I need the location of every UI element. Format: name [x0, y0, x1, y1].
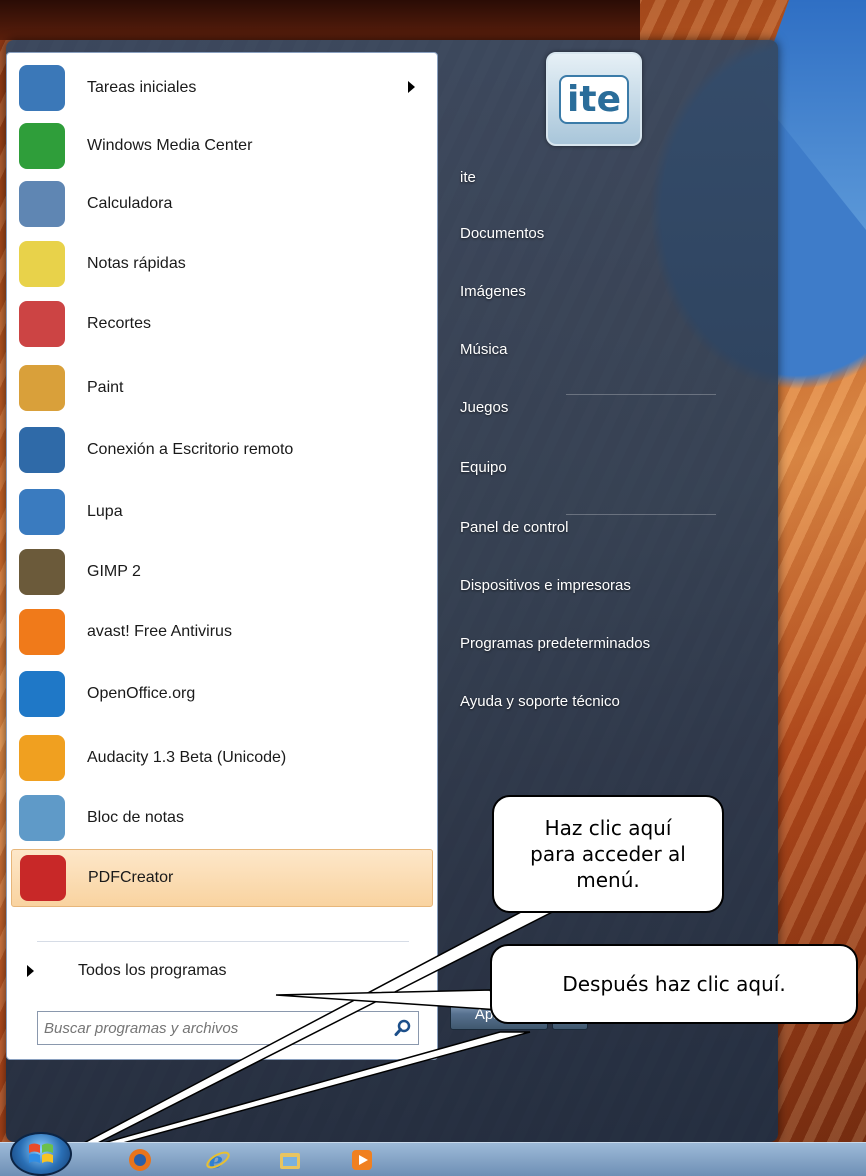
program-item[interactable]: avast! Free Antivirus [11, 603, 433, 661]
callout-all-programs: Después haz clic aquí. [490, 944, 858, 1024]
getting-started-icon [19, 65, 65, 111]
all-programs-label: Todos los programas [78, 962, 227, 979]
user-picture[interactable]: ite [546, 52, 642, 146]
program-item[interactable]: Tareas iniciales [11, 59, 433, 117]
search-input[interactable] [38, 1013, 388, 1043]
programs-divider [37, 941, 409, 942]
programs-pane: Tareas iniciales Windows Media Center Calc… [6, 52, 438, 1060]
avast-icon [19, 609, 65, 655]
gimp-icon [19, 549, 65, 595]
paint-icon [19, 365, 65, 411]
program-label: Lupa [87, 503, 123, 520]
program-item[interactable]: Conexión a Escritorio remoto [11, 421, 433, 479]
internet-explorer-icon[interactable]: e [204, 1146, 232, 1174]
callout-all-programs-text: Después haz clic aquí. [562, 972, 786, 996]
program-item[interactable]: Bloc de notas [11, 789, 433, 847]
program-item[interactable]: OpenOffice.org [11, 665, 433, 723]
right-menu-item[interactable]: Música [454, 332, 754, 366]
program-item[interactable]: Calculadora [11, 175, 433, 233]
search-box[interactable] [37, 1011, 419, 1045]
program-item[interactable]: Audacity 1.3 Beta (Unicode) [11, 729, 433, 787]
right-menu-item[interactable]: Ayuda y soporte técnico [454, 684, 754, 718]
program-label: Conexión a Escritorio remoto [87, 441, 294, 458]
openoffice-icon [19, 671, 65, 717]
program-label: Audacity 1.3 Beta (Unicode) [87, 749, 287, 766]
snipping-tool-icon [19, 301, 65, 347]
submenu-arrow-icon [408, 81, 415, 93]
right-menu-item[interactable]: ite [454, 160, 754, 194]
media-player-icon[interactable] [348, 1146, 376, 1174]
calculator-icon [19, 181, 65, 227]
program-label: Paint [87, 379, 124, 396]
program-label: Recortes [87, 315, 152, 332]
program-label: Calculadora [87, 195, 173, 212]
right-menu-item[interactable]: Programas predeterminados [454, 626, 754, 660]
program-label: Notas rápidas [87, 255, 186, 272]
start-button[interactable] [10, 1132, 72, 1176]
magnifier-icon [19, 489, 65, 535]
svg-text:e: e [209, 1148, 223, 1173]
windows-logo-icon [29, 1143, 53, 1163]
notepad-icon [19, 795, 65, 841]
right-menu-item[interactable]: Dispositivos e impresoras [454, 568, 754, 602]
user-picture-logo: ite [559, 74, 629, 124]
all-programs-button[interactable]: Todos los programas [27, 955, 417, 987]
program-label: OpenOffice.org [87, 685, 196, 702]
program-label: Tareas iniciales [87, 79, 197, 96]
program-label: PDFCreator [88, 869, 174, 886]
program-item[interactable]: Lupa [11, 483, 433, 541]
program-item[interactable]: PDFCreator [11, 849, 433, 907]
right-menu-item[interactable]: Imágenes [454, 274, 754, 308]
program-item[interactable]: Paint [11, 359, 433, 417]
program-item[interactable]: Windows Media Center [11, 117, 433, 175]
pdfcreator-icon [20, 855, 66, 901]
media-center-icon [19, 123, 65, 169]
sticky-notes-icon [19, 241, 65, 287]
expand-arrow-icon [27, 965, 34, 977]
program-item[interactable]: Notas rápidas [11, 235, 433, 293]
right-menu-item[interactable]: Equipo [454, 450, 754, 484]
right-menu-item[interactable]: Panel de control [454, 510, 754, 544]
audacity-icon [19, 735, 65, 781]
program-label: avast! Free Antivirus [87, 623, 232, 640]
wallpaper-shadow [0, 0, 640, 40]
remote-desktop-icon [19, 427, 65, 473]
program-item[interactable]: Recortes [11, 295, 433, 353]
program-label: GIMP 2 [87, 563, 141, 580]
firefox-icon[interactable] [126, 1146, 154, 1174]
search-icon[interactable] [388, 1013, 418, 1043]
program-label: Bloc de notas [87, 809, 184, 826]
right-menu-item[interactable]: Juegos [454, 390, 754, 424]
file-explorer-icon[interactable] [276, 1146, 304, 1174]
callout-menu-text: Haz clic aquí para acceder al menú. [530, 816, 686, 892]
program-label: Windows Media Center [87, 137, 253, 154]
right-menu-item[interactable]: Documentos [454, 216, 754, 250]
callout-menu: Haz clic aquí para acceder al menú. [492, 795, 724, 913]
program-item[interactable]: GIMP 2 [11, 543, 433, 601]
